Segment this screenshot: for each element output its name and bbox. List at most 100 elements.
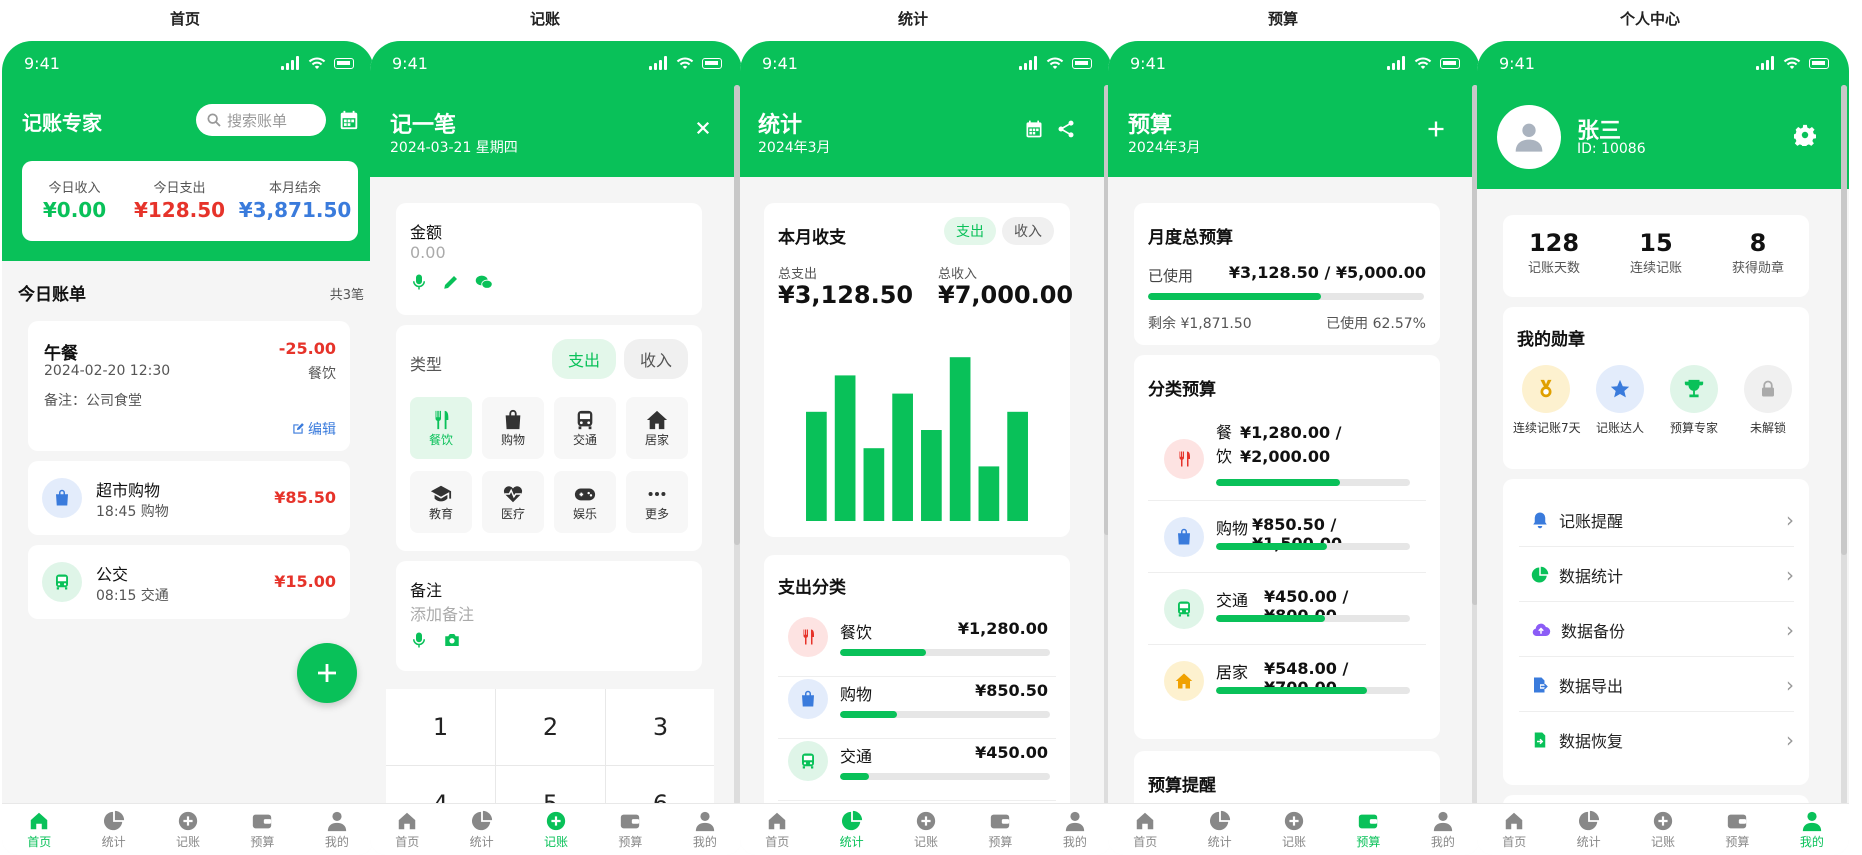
category-budget-card: 分类预算 餐 饮 ¥1,280.00 / ¥2,000.00 购物 ¥850.5… [1134,355,1440,739]
budget-row[interactable]: 居家 ¥548.00 / ¥700.00 [1148,647,1426,717]
amount-input[interactable]: 0.00 [410,243,446,262]
category-entertainment[interactable]: 娱乐 [554,471,616,533]
tab-record[interactable]: 记账 [1626,804,1700,855]
tab-stats[interactable]: 统计 [76,804,150,855]
category-row[interactable]: 交通 ¥450.00 [778,741,1056,801]
bill-card[interactable]: 超市购物 18:45 购物 ¥85.50 [28,461,350,535]
budget-name: 交通 [1216,591,1249,610]
budget-row[interactable]: 购物 ¥850.50 / ¥1,500.00 [1148,503,1426,573]
bill-card[interactable]: 公交 08:15 交通 ¥15.00 [28,545,350,619]
category-medical[interactable]: 医疗 [482,471,544,533]
budget-header: 9:41 预算 2024年3月 [1108,41,1480,177]
wallet-icon [251,810,273,832]
tab-profile[interactable]: 我的 [300,804,374,855]
tab-stats[interactable]: 统计 [1182,804,1256,855]
type-card: 类型 支出 收入 餐饮 购物 交通 居家 教育 医疗 娱乐 更多 [396,325,702,551]
budget-row[interactable]: 餐 饮 ¥1,280.00 / ¥2,000.00 [1148,417,1426,501]
wechat-icon[interactable] [474,273,494,291]
category-shopping[interactable]: 购物 [482,397,544,459]
tab-budget[interactable]: 预算 [225,804,299,855]
toggle-expense[interactable]: 支出 [944,217,996,245]
tab-profile[interactable]: 我的 [1775,804,1849,855]
bill-card-main[interactable]: 午餐 2024-02-20 12:30 -25.00 餐饮 备注：公司食堂 编辑 [28,321,350,451]
tab-profile[interactable]: 我的 [1038,804,1112,855]
cloud-upload-icon [1531,621,1551,639]
tab-home[interactable]: 首页 [370,804,444,855]
key-3[interactable]: 3 [606,689,714,765]
key-1[interactable]: 1 [386,689,495,765]
category-more[interactable]: 更多 [626,471,688,533]
medal-item[interactable]: 未解锁 [1731,365,1805,436]
note-input[interactable]: 添加备注 [410,601,474,625]
category-education[interactable]: 教育 [410,471,472,533]
status-bar: 9:41 [1477,41,1849,85]
category-home[interactable]: 居家 [626,397,688,459]
calendar-icon[interactable] [1024,119,1044,139]
budget-row[interactable]: 交通 ¥450.00 / ¥800.00 [1148,575,1426,645]
toggle-income[interactable]: 收入 [1002,217,1054,245]
tab-stats[interactable]: 统计 [1551,804,1625,855]
medal-item[interactable]: 连续记账7天 [1509,365,1583,436]
user-avatar-icon [1513,121,1545,153]
close-icon[interactable] [694,119,712,137]
tab-profile[interactable]: 我的 [668,804,742,855]
key-2[interactable]: 2 [496,689,605,765]
card-title: 分类预算 [1148,380,1216,400]
signal-icon [1756,56,1774,70]
menu-restore[interactable]: 数据恢复 › [1519,713,1794,767]
tab-stats[interactable]: 统计 [444,804,518,855]
menu-export[interactable]: 数据导出 › [1519,658,1794,712]
status-bar: 9:41 [2,41,374,85]
type-expense-toggle[interactable]: 支出 [552,339,616,379]
menu-statistics[interactable]: 数据统计 › [1519,548,1794,602]
add-bill-button[interactable] [297,643,357,703]
scrollbar-thumb[interactable] [1841,85,1847,555]
medal-item[interactable]: 预算专家 [1657,365,1731,436]
tab-budget[interactable]: 预算 [1700,804,1774,855]
tab-stats[interactable]: 统计 [814,804,888,855]
pen-icon[interactable] [442,273,460,291]
note-label: 备注 [410,581,443,600]
tab-record[interactable]: 记账 [151,804,225,855]
share-icon[interactable] [1056,119,1076,139]
edit-link[interactable]: 编辑 [291,419,336,439]
menu-reminder[interactable]: 记账提醒 › [1519,493,1794,547]
more-dots-icon [646,483,668,505]
chevron-right-icon: › [1786,507,1794,532]
status-time: 9:41 [762,53,798,73]
bill-category: 餐饮 [308,366,336,382]
tab-budget[interactable]: 预算 [593,804,667,855]
tab-record[interactable]: 记账 [889,804,963,855]
tab-home[interactable]: 首页 [1477,804,1551,855]
battery-icon [1072,57,1092,69]
tab-home[interactable]: 首页 [1108,804,1182,855]
tab-home[interactable]: 首页 [2,804,76,855]
menu-backup[interactable]: 数据备份 › [1519,603,1794,657]
fork-knife-icon [430,409,452,431]
category-row[interactable]: 购物 ¥850.50 [778,679,1056,739]
tab-label: 统计 [101,834,126,849]
medal-item[interactable]: 记账达人 [1583,365,1657,436]
calendar-icon[interactable] [338,109,360,131]
tab-record[interactable]: 记账 [1257,804,1331,855]
category-row[interactable]: 餐饮 ¥1,280.00 [778,617,1056,677]
category-transport[interactable]: 交通 [554,397,616,459]
tab-record[interactable]: 记账 [519,804,593,855]
page-title: 记一笔 [390,113,457,138]
tab-profile[interactable]: 我的 [1406,804,1480,855]
tab-budget[interactable]: 预算 [1331,804,1405,855]
tab-home[interactable]: 首页 [740,804,814,855]
app-title: 记账专家 [22,111,102,135]
tab-budget[interactable]: 预算 [963,804,1037,855]
gear-icon[interactable] [1794,124,1816,146]
avatar[interactable] [1497,105,1561,169]
microphone-icon[interactable] [410,273,428,291]
search-input[interactable]: 搜索账单 [196,104,326,136]
battery-icon [334,57,354,69]
microphone-icon[interactable] [410,631,428,649]
used-label: 已使用 [1148,267,1194,285]
add-budget-icon[interactable] [1426,119,1446,139]
camera-icon[interactable] [442,631,462,649]
type-income-toggle[interactable]: 收入 [624,339,688,379]
category-food[interactable]: 餐饮 [410,397,472,459]
